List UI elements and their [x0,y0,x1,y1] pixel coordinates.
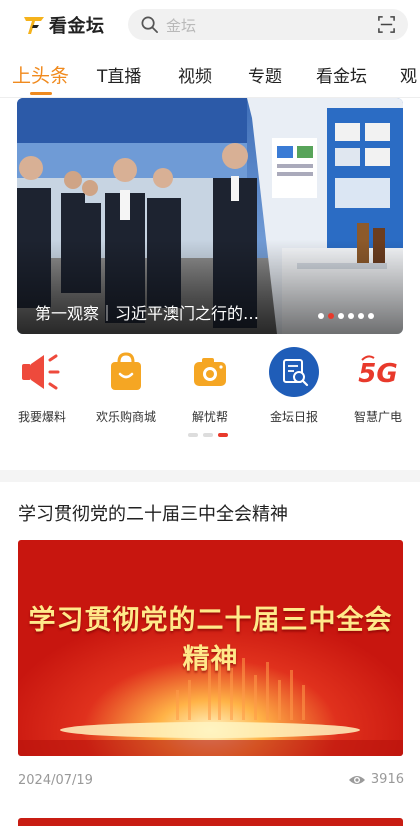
tab-jintan[interactable]: 看金坛 [316,62,367,87]
banner-caption: 第一观察｜习近平澳门之行的… [35,304,260,323]
search-bar[interactable]: 金坛 [128,9,408,40]
quick-report-label: 我要爆料 [17,410,66,424]
quick-mall-label: 欢乐购商城 [95,410,156,424]
active-tab-indicator [30,92,52,95]
tab-headlines[interactable]: 上头条 [12,61,69,88]
scan-icon[interactable] [377,15,396,34]
page-dot [203,433,213,437]
quick-help-label: 解忧帮 [191,410,228,424]
camera-icon [194,358,226,386]
app-header: 看金坛 金坛 [0,0,420,50]
banner-dot[interactable] [368,313,374,319]
banner-pagination [318,313,374,319]
shopping-bag-icon [111,352,141,390]
quick-report[interactable]: 我要爆料 [2,346,82,425]
article-image-headline: 学习贯彻党的二十届三中全会精神 [28,605,393,675]
newspaper-search-icon [269,347,319,397]
banner-photo [17,98,403,334]
article-views: 3916 [348,772,404,787]
search-input[interactable]: 金坛 [166,15,196,36]
quick-daily[interactable]: 金坛日报 [254,346,334,425]
megaphone-icon [22,354,60,390]
article-date: 2024/07/19 [18,773,93,788]
banner-dot[interactable] [358,313,364,319]
page-dot [188,433,198,437]
app-logo[interactable]: 看金坛 [22,12,105,38]
quick-actions: 我要爆料 欢乐购商城 解忧帮 金坛日报 5G 智慧广电 [0,346,420,426]
banner-dot[interactable] [318,313,324,319]
svg-text:5G: 5G [358,359,397,389]
quick-daily-label: 金坛日报 [269,410,318,424]
banner-dot[interactable] [348,313,354,319]
article-image[interactable]: 学习贯彻党的二十届三中全会精神 [18,540,403,756]
page-dot-active [218,433,228,437]
quick-pagination [188,433,228,437]
quick-help[interactable]: 解忧帮 [170,346,250,425]
search-icon [141,16,158,33]
tab-live[interactable]: T直播 [97,62,141,87]
eye-icon [348,775,365,784]
quick-mall[interactable]: 欢乐购商城 [86,346,166,425]
tab-topics[interactable]: 专题 [248,62,282,87]
banner-dot[interactable] [338,313,344,319]
logo-icon [24,17,44,34]
article-title[interactable]: 学习贯彻党的二十届三中全会精神 [18,500,288,526]
tab-more[interactable]: 观 [400,62,417,87]
5g-icon: 5G [358,355,398,389]
tab-video[interactable]: 视频 [178,62,212,87]
quick-5g[interactable]: 5G 智慧广电 [338,346,418,425]
banner-carousel[interactable]: 第一观察｜习近平澳门之行的… [17,98,403,334]
banner-dot-active[interactable] [328,313,334,319]
section-divider [0,470,420,482]
next-article-preview[interactable] [18,818,403,826]
views-count: 3916 [370,772,404,787]
quick-5g-label: 智慧广电 [353,410,402,424]
logo-text: 看金坛 [49,16,105,37]
channel-tabs: 上头条 T直播 视频 专题 看金坛 观 [0,52,420,96]
